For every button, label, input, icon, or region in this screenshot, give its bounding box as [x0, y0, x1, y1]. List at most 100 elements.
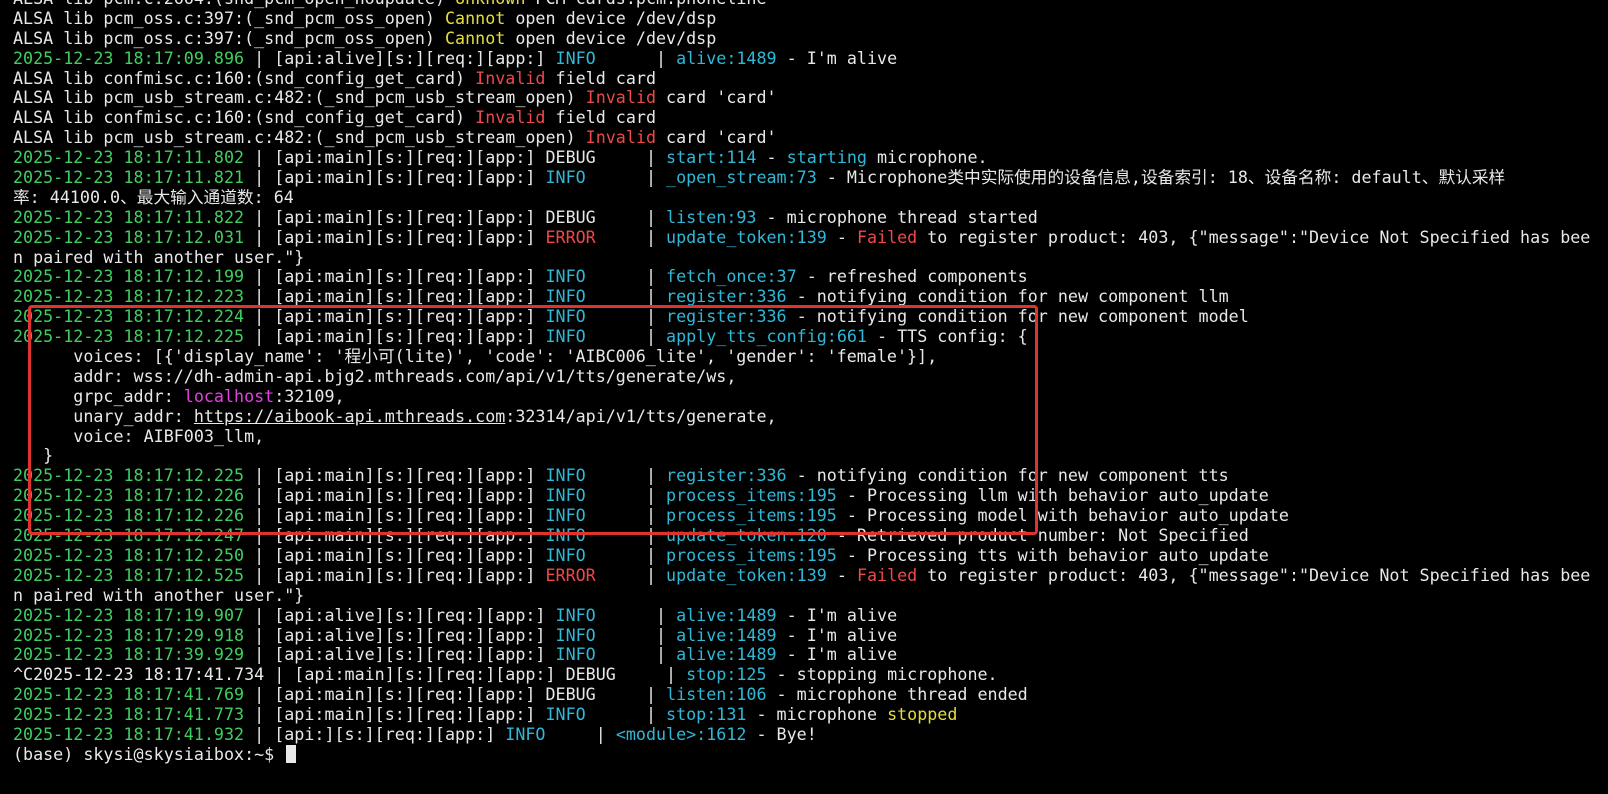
- log-segment: INFO: [555, 604, 646, 625]
- log-segment: INFO: [555, 624, 646, 645]
- log-segment: |: [635, 167, 667, 188]
- log-segment: - microphone thread ended: [766, 684, 1028, 705]
- log-segment: 2025-12-23 18:17:41.932: [13, 723, 245, 744]
- shell-prompt-line[interactable]: (base) skysi@skysiaibox:~$: [13, 744, 1608, 765]
- log-segment: process_items:195: [666, 544, 837, 565]
- log-segment: | [api:main][s:][req:][app:]: [244, 286, 546, 307]
- log-segment: alive:1489: [676, 47, 777, 68]
- log-line: unary_addr: https://aibook-api.mthreads.…: [13, 405, 1608, 427]
- log-segment: | [api:alive][s:][req:][app:]: [244, 644, 556, 665]
- log-line: 2025-12-23 18:17:12.223 | [api:main][s:]…: [13, 286, 1608, 307]
- log-segment: fetch_once:37: [666, 266, 797, 287]
- log-segment: process_items:195: [666, 485, 837, 506]
- log-segment: |: [656, 664, 687, 685]
- log-segment: |: [635, 266, 667, 287]
- log-segment: |: [635, 206, 667, 227]
- log-segment: 2025-12-23 18:17:12.226: [13, 505, 245, 526]
- log-segment: :32314/api/v1/tts/generate,: [505, 405, 777, 426]
- log-segment: Failed: [856, 226, 918, 247]
- log-line: 2025-12-23 18:17:12.225 | [api:main][s:]…: [13, 465, 1608, 486]
- log-line: 2025-12-23 18:17:12.525 | [api:main][s:]…: [13, 564, 1608, 586]
- log-segment: |: [635, 505, 667, 526]
- log-segment: | [api:main][s:][req:][app:]: [244, 544, 546, 565]
- log-segment: |: [635, 306, 667, 327]
- log-line: ALSA lib pcm_usb_stream.c:482:(_snd_pcm_…: [13, 88, 1608, 108]
- log-segment: |: [635, 525, 667, 546]
- log-segment: - refreshed components: [796, 266, 1028, 287]
- log-segment: listen:93: [666, 206, 757, 227]
- log-segment: - microphone thread started: [756, 206, 1038, 227]
- log-segment: |: [635, 684, 667, 705]
- log-line: ALSA lib pcm_oss.c:397:(_snd_pcm_oss_ope…: [13, 27, 1608, 49]
- log-segment: - stopping microphone.: [766, 664, 998, 685]
- log-segment: INFO: [545, 465, 636, 486]
- log-segment: - I'm alive: [776, 604, 898, 625]
- log-segment: 2025-12-23 18:17:19.907: [13, 604, 245, 625]
- log-segment: :32109,: [274, 385, 345, 406]
- log-segment: 2025-12-23 18:17:12.199: [13, 266, 245, 287]
- log-segment: 2025-12-23 18:17:12.247: [13, 525, 245, 546]
- log-segment: to register product: 403, {"message":"De…: [917, 564, 1591, 585]
- log-line: 率: 44100.0、最大输入通道数: 64: [13, 187, 1608, 208]
- log-segment: | [api:main][s:][req:][app:]: [244, 465, 546, 486]
- log-segment: 2025-12-23 18:17:11.821: [13, 167, 245, 188]
- log-segment: start:114: [666, 147, 757, 168]
- log-segment: ERROR: [545, 564, 636, 585]
- log-segment: INFO: [545, 485, 636, 506]
- log-segment: |: [635, 147, 667, 168]
- log-line: n paired with another user."}: [13, 585, 1608, 606]
- log-segment: INFO: [555, 644, 646, 665]
- log-segment: INFO: [545, 544, 636, 565]
- log-segment: | [api:main][s:][req:][app:]: [244, 226, 546, 247]
- log-segment: |: [635, 564, 667, 585]
- log-segment: | [api:main][s:][req:][app:] DEBUG: [244, 206, 636, 227]
- log-segment: unary_addr:: [13, 405, 194, 426]
- log-segment: voices: [{'display_name': '程小可(lite)', '…: [13, 346, 938, 367]
- log-line: 2025-12-23 18:17:11.802 | [api:main][s:]…: [13, 147, 1608, 168]
- log-segment: 2025-12-23 18:17:39.929: [13, 644, 245, 665]
- log-segment: 2025-12-23 18:17:41.769: [13, 684, 245, 705]
- log-segment: Unknown: [455, 0, 525, 8]
- log-segment: - microphone: [746, 704, 888, 725]
- log-segment: ALSA lib pcm.c:2664:(snd_pcm_open_noupda…: [13, 0, 455, 8]
- log-segment: | [api:main][s:][req:][app:]: [244, 306, 546, 327]
- log-segment: field card: [545, 67, 656, 88]
- log-segment: 2025-12-23 18:17:12.223: [13, 286, 245, 307]
- log-segment: stop:125: [686, 664, 767, 685]
- log-link[interactable]: https://aibook-api.mthreads.com: [194, 406, 505, 426]
- log-segment: register:336: [666, 286, 787, 307]
- log-segment: 2025-12-23 18:17:29.918: [13, 624, 245, 645]
- log-segment: | [api:main][s:][req:][app:]: [244, 485, 546, 506]
- log-segment: }: [13, 445, 54, 466]
- log-line: 2025-12-23 18:17:41.932 | [api:][s:][req…: [13, 723, 1608, 745]
- log-segment: Cannot: [445, 7, 506, 28]
- log-line: 2025-12-23 18:17:12.250 | [api:main][s:]…: [13, 544, 1608, 566]
- terminal-window[interactable]: ALSA lib pcm.c:2664:(snd_pcm_open_noupda…: [0, 0, 1608, 765]
- log-segment: ALSA lib pcm_usb_stream.c:482:(_snd_pcm_…: [13, 127, 586, 148]
- log-segment: ^C2025-12-23 18:17:41.734 | [api:main][s…: [13, 664, 656, 685]
- log-segment: 2025-12-23 18:17:12.226: [13, 485, 245, 506]
- log-segment: | [api:main][s:][req:][app:]: [244, 326, 546, 347]
- log-segment: |: [645, 47, 677, 68]
- log-segment: |: [635, 544, 667, 565]
- log-segment: - Processing llm with behavior auto_upda…: [836, 485, 1269, 506]
- log-segment: stop:131: [666, 704, 747, 725]
- log-line: 2025-12-23 18:17:29.918 | [api:alive][s:…: [13, 624, 1608, 646]
- log-segment: - TTS config: {: [866, 326, 1028, 347]
- log-segment: open device /dev/dsp: [505, 27, 717, 48]
- log-line: 2025-12-23 18:17:39.929 | [api:alive][s:…: [13, 644, 1608, 665]
- log-segment: microphone.: [866, 147, 988, 168]
- log-line: 2025-12-23 18:17:12.031 | [api:main][s:]…: [13, 226, 1608, 248]
- log-line: ALSA lib pcm_usb_stream.c:482:(_snd_pcm_…: [13, 127, 1608, 148]
- log-line: ^C2025-12-23 18:17:41.734 | [api:main][s…: [13, 664, 1608, 685]
- log-segment: | [api:alive][s:][req:][app:]: [244, 47, 556, 68]
- log-line: 2025-12-23 18:17:12.224 | [api:main][s:]…: [13, 306, 1608, 327]
- log-segment: - I'm alive: [776, 624, 898, 645]
- log-segment: - Processing tts with behavior auto_upda…: [836, 544, 1269, 565]
- log-segment: | [api:][s:][req:][app:]: [244, 723, 506, 744]
- log-segment: -: [826, 226, 857, 247]
- log-segment: |: [635, 326, 667, 347]
- log-segment: 2025-12-23 18:17:12.250: [13, 544, 245, 565]
- log-line: voices: [{'display_name': '程小可(lite)', '…: [13, 346, 1608, 367]
- log-line: voice: AIBF003_llm,: [13, 426, 1608, 447]
